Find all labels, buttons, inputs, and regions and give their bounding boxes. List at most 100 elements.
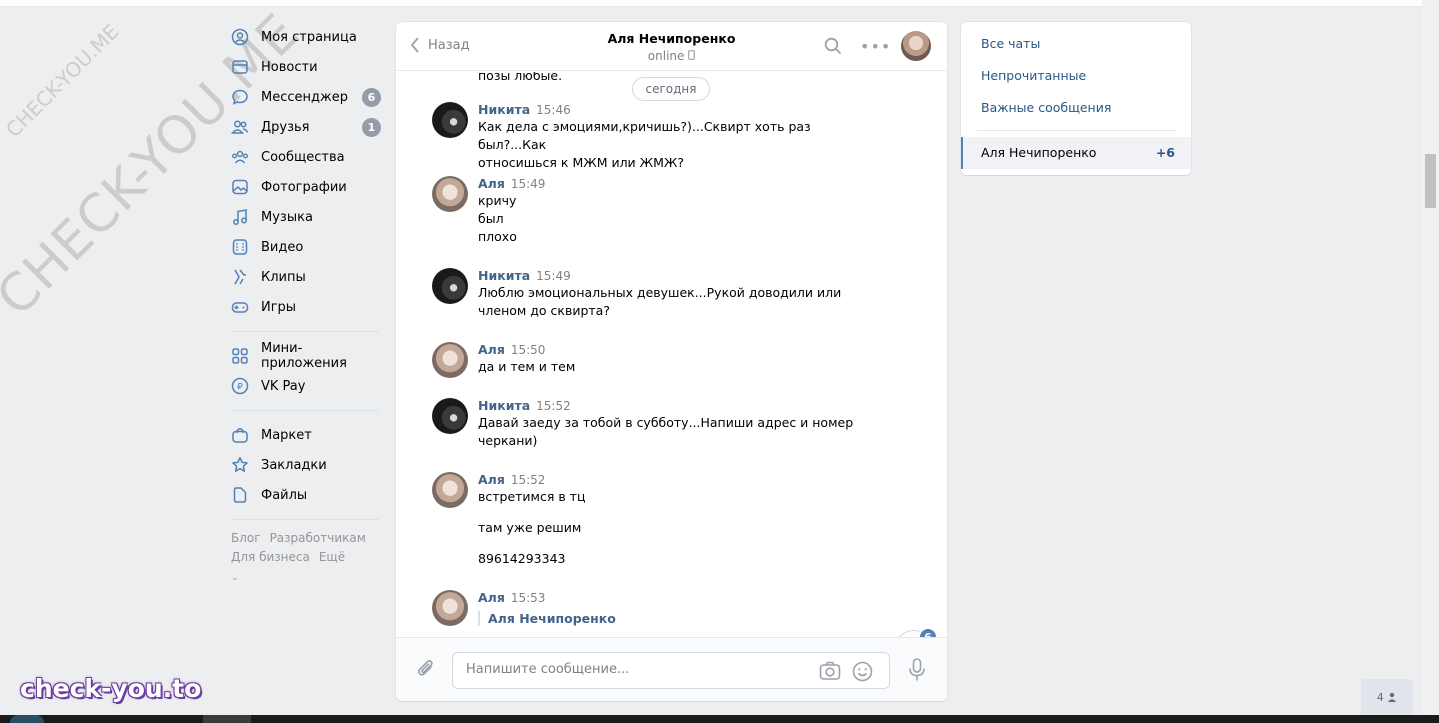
nav-communities[interactable]: Сообщества [231,142,381,172]
nav-news[interactable]: Новости [231,52,381,82]
message-time: 15:46 [536,103,571,117]
nav-divider [231,410,379,411]
apps-icon [231,347,249,365]
nav-label: Файлы [261,487,308,503]
news-icon [231,58,249,76]
camera-icon[interactable] [819,661,841,685]
video-icon [231,238,249,256]
avatar[interactable] [901,31,931,61]
nav-music[interactable]: Музыка [231,202,381,232]
footer-more-label: Ещё [318,550,346,564]
start-button[interactable] [10,715,44,723]
message-author[interactable]: Аля [478,590,505,605]
message-text: Люблю эмоциональных девушек...Рукой дово… [478,285,842,318]
online-friends-widget[interactable]: 4 [1361,679,1413,715]
message-list[interactable]: позы любые. сегодня Никита 15:46 Как дела… [396,72,947,637]
scrollbar-thumb[interactable] [1425,154,1436,208]
nav-clips[interactable]: Клипы [231,262,381,292]
nav-photos[interactable]: Фотографии [231,172,381,202]
top-bar [0,0,1422,7]
nav-games[interactable]: Игры [231,292,381,322]
message-text: позы любые. [478,72,563,83]
avatar[interactable] [432,398,468,434]
nav-video[interactable]: Видео [231,232,381,262]
filter-all-chats[interactable]: Все чаты [981,36,1040,51]
nav-divider [231,331,379,332]
message-input[interactable] [466,662,806,677]
friends-badge: 1 [362,118,381,137]
clips-icon [231,268,249,286]
left-sidebar: Моя страница Новости Мессенджер 6 Друзья… [231,22,381,588]
nav-label: Видео [261,239,304,255]
filter-unread[interactable]: Непрочитанные [981,68,1086,83]
nav-label: Мессенджер [261,89,348,105]
message-author[interactable]: Никита [478,102,530,117]
svg-text:₽: ₽ [237,383,243,393]
nav-label: Фотографии [261,179,347,195]
message-author[interactable]: Аля [478,176,505,191]
more-icon[interactable]: ••• [860,37,891,56]
reply-quote[interactable]: Аля Нечипоренко [478,611,878,626]
nav-mini-apps[interactable]: Мини-приложения [231,341,381,371]
avatar[interactable] [432,102,468,138]
nav-vkpay[interactable]: ₽ VK Pay [231,371,381,401]
nav-messenger[interactable]: Мессенджер 6 [231,82,381,112]
avatar[interactable] [432,268,468,304]
nav-label: Клипы [261,269,306,285]
message-time: 15:49 [510,177,546,191]
avatar[interactable] [432,342,468,378]
user-icon [1388,692,1397,702]
user-circle-icon [231,28,249,46]
message-input-box [452,652,890,689]
avatar[interactable] [432,472,468,508]
message-icon [231,88,249,106]
nav-market[interactable]: Маркет [231,420,381,450]
microphone-icon[interactable] [908,658,926,686]
music-icon [231,208,249,226]
photo-icon [231,178,249,196]
active-chat-name: Аля Нечипоренко [981,145,1097,160]
chat-panel: Назад Аля Нечипоренко online ••• позы лю… [396,22,947,701]
star-icon [231,456,249,474]
nav-files[interactable]: Файлы [231,480,381,510]
paperclip-icon[interactable] [416,658,436,684]
message-author[interactable]: Никита [478,268,530,283]
nav-label: Друзья [261,119,310,135]
chat-filters-panel: Все чаты Непрочитанные Важные сообщения … [961,22,1191,175]
message-author[interactable]: Аля [478,472,505,487]
avatar[interactable] [432,590,468,626]
avatar[interactable] [432,176,468,212]
market-icon [231,426,249,444]
message-text: да и тем и тем [478,359,576,374]
message-author[interactable]: Аля [478,342,505,357]
nav-label: Новости [261,59,318,75]
nav-label: VK Pay [261,378,306,394]
message-time: 15:52 [510,473,546,487]
communities-icon [231,148,249,166]
message-text: 89614293343 [478,551,566,566]
message-time: 15:49 [536,269,571,283]
date-separator: сегодня [632,77,710,101]
footer-business-link[interactable]: Для бизнеса [231,550,310,564]
emoji-icon[interactable] [852,661,873,686]
page-scrollbar[interactable] [1422,0,1439,715]
nav-my-page[interactable]: Моя страница [231,22,381,52]
nav-label: Закладки [261,457,327,473]
message-author[interactable]: Никита [478,398,530,413]
footer-blog-link[interactable]: Блог [231,531,261,545]
search-icon[interactable] [824,37,842,59]
footer-devs-link[interactable]: Разработчикам [270,531,366,545]
nav-label: Сообщества [261,149,345,165]
message-text: Давай заеду за тобой в субботу...Напиши … [478,415,854,448]
watermark-small: CHECK-YOU.ME [1,19,124,143]
online-count: 4 [1376,690,1384,704]
nav-divider [231,519,379,520]
nav-friends[interactable]: Друзья 1 [231,112,381,142]
message-time: 15:50 [510,343,546,357]
nav-bookmarks[interactable]: Закладки [231,450,381,480]
filter-important[interactable]: Важные сообщения [981,100,1111,115]
nav-label: Игры [261,299,297,315]
active-chat-item[interactable]: Аля Нечипоренко +6 [961,137,1191,169]
taskbar-app[interactable] [203,715,251,723]
messenger-badge: 6 [362,88,381,107]
